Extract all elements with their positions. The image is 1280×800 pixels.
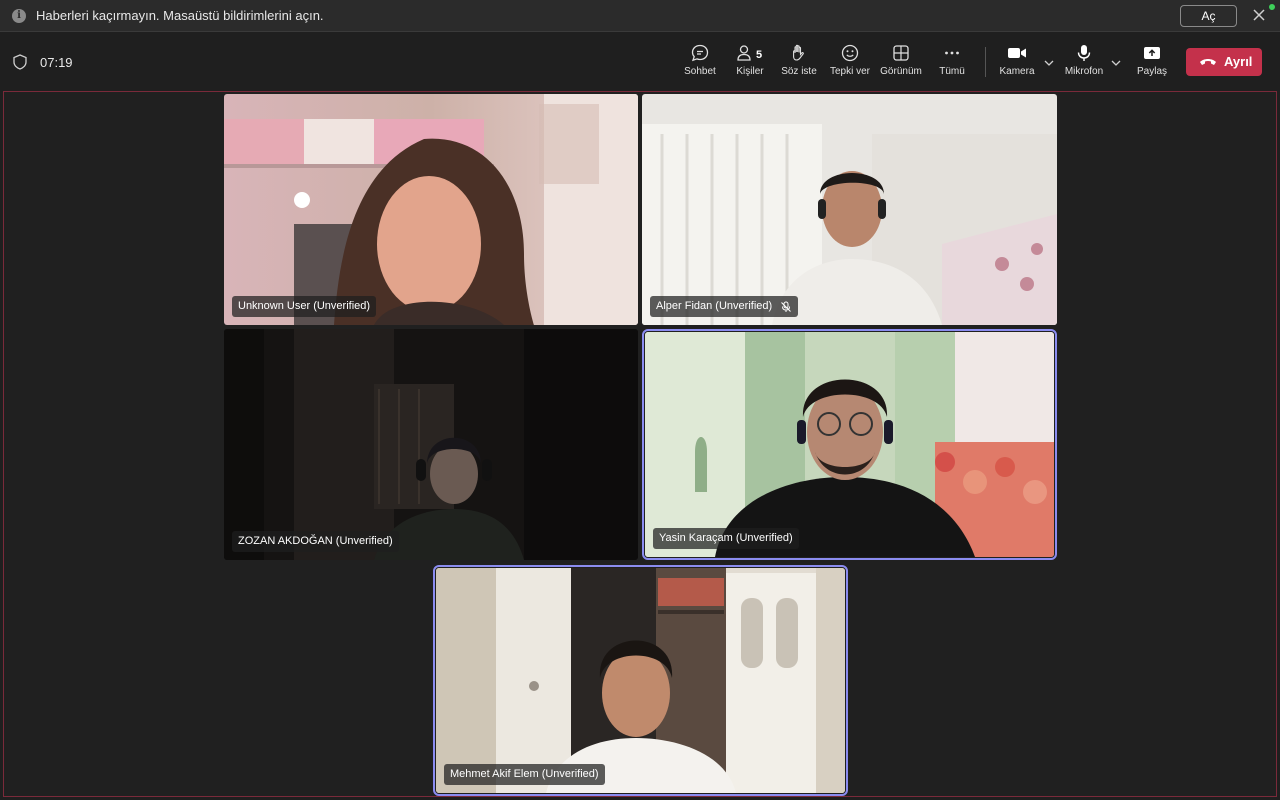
video-stage: Unknown User (Unverified) Alper Fidan (U… xyxy=(3,91,1277,797)
microphone-button[interactable]: Mikrofon xyxy=(1054,43,1114,83)
microphone-label: Mikrofon xyxy=(1064,66,1104,77)
participant-name: ZOZAN AKDOĞAN (Unverified) xyxy=(238,535,393,547)
chat-icon xyxy=(691,44,709,62)
participant-name-tag: Yasin Karaçam (Unverified) xyxy=(653,528,799,549)
notification-bar: i Haberleri kaçırmayın. Masaüstü bildiri… xyxy=(0,0,1280,32)
participant-video xyxy=(642,94,1057,325)
people-count: 5 xyxy=(756,49,763,61)
camera-label: Kamera xyxy=(999,66,1035,77)
participant-name: Unknown User (Unverified) xyxy=(238,300,371,312)
toolbar-divider xyxy=(985,47,986,77)
participant-name: Mehmet Akif Elem (Unverified) xyxy=(450,768,599,780)
participant-video xyxy=(645,332,1054,557)
microphone-options-chevron-icon[interactable] xyxy=(1110,59,1122,67)
leave-label: Ayrıl xyxy=(1224,54,1253,69)
more-button[interactable]: Tümü xyxy=(922,43,982,83)
participant-tile-active-speaker[interactable]: Mehmet Akif Elem (Unverified) xyxy=(433,565,848,796)
more-icon xyxy=(945,51,959,55)
status-dot xyxy=(1269,4,1275,10)
participant-tile[interactable]: Alper Fidan (Unverified) xyxy=(642,94,1057,325)
participant-video xyxy=(224,94,638,325)
hand-icon xyxy=(793,44,804,61)
participant-video xyxy=(436,568,845,793)
participant-video xyxy=(224,329,638,560)
participant-tile[interactable]: Unknown User (Unverified) xyxy=(224,94,638,325)
people-icon xyxy=(737,45,751,61)
muted-microphone-icon xyxy=(781,301,792,312)
participant-tile[interactable]: ZOZAN AKDOĞAN (Unverified) xyxy=(224,329,638,560)
close-icon[interactable] xyxy=(1250,6,1268,24)
phone-hangup-icon xyxy=(1200,59,1216,65)
camera-icon xyxy=(1008,48,1026,58)
grid-icon xyxy=(893,45,909,61)
share-label: Paylaş xyxy=(1136,66,1167,77)
shield-icon xyxy=(13,54,27,70)
participant-name: Yasin Karaçam (Unverified) xyxy=(659,532,793,544)
share-icon xyxy=(1144,47,1160,59)
meeting-toolbar: 07:19 Sohbet 5 Kişiler Söz iste Tepki ve… xyxy=(0,33,1280,89)
notification-text: Haberleri kaçırmayın. Masaüstü bildiriml… xyxy=(36,8,324,23)
camera-button[interactable]: Kamera xyxy=(987,43,1047,83)
enable-notifications-button[interactable]: Aç xyxy=(1180,5,1237,27)
participant-name: Alper Fidan (Unverified) xyxy=(656,300,773,312)
share-button[interactable]: Paylaş xyxy=(1122,43,1182,83)
leave-button[interactable]: Ayrıl xyxy=(1186,48,1262,76)
participant-name-tag: Alper Fidan (Unverified) xyxy=(650,296,799,317)
info-icon: i xyxy=(12,9,26,23)
meeting-timer: 07:19 xyxy=(40,55,73,70)
participant-name-tag: Mehmet Akif Elem (Unverified) xyxy=(444,764,605,785)
participant-name-tag: Unknown User (Unverified) xyxy=(232,296,377,317)
participant-tile-active-speaker[interactable]: Yasin Karaçam (Unverified) xyxy=(642,329,1057,560)
more-label: Tümü xyxy=(939,66,965,77)
smiley-icon xyxy=(841,44,859,62)
microphone-icon xyxy=(1077,45,1091,61)
participant-name-tag: ZOZAN AKDOĞAN (Unverified) xyxy=(232,531,399,552)
